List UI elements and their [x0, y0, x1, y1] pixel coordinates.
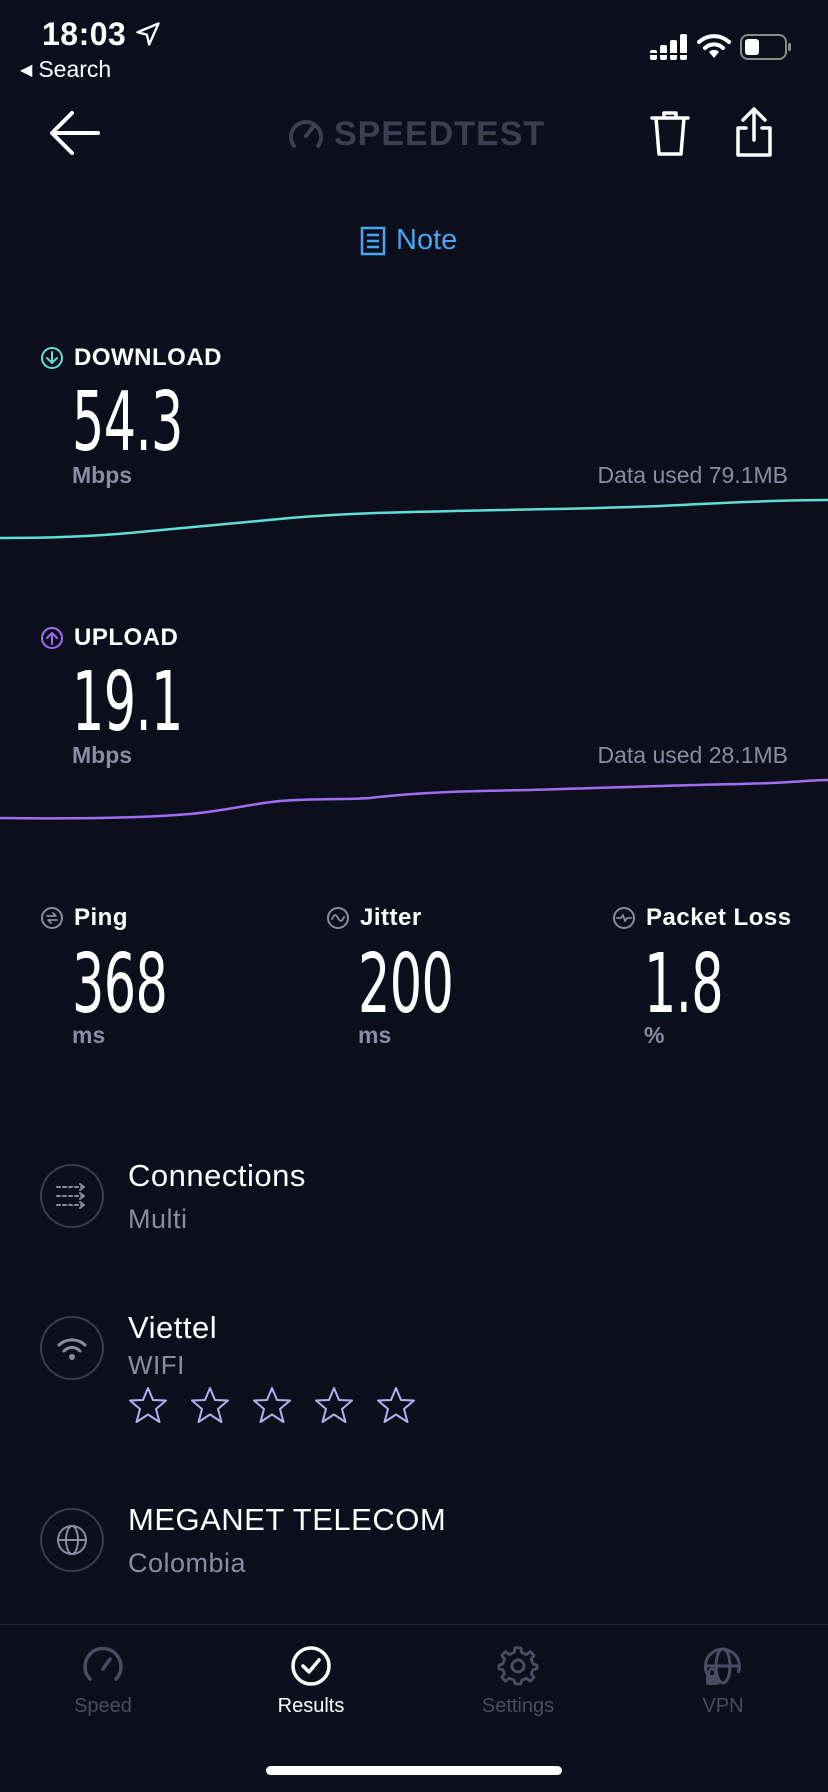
globe-lock-icon	[703, 1647, 741, 1685]
check-circle-icon	[291, 1646, 331, 1686]
cellular-signal-icon	[650, 34, 688, 60]
back-triangle-icon: ◀	[20, 62, 33, 79]
rating-star-icon[interactable]	[190, 1386, 230, 1424]
trash-icon[interactable]	[648, 108, 692, 158]
download-value: 54.3	[72, 375, 183, 470]
tab-results-label: Results	[277, 1695, 345, 1717]
upload-label-text: UPLOAD	[74, 624, 179, 651]
network-icon-badge	[40, 1316, 104, 1380]
packet-loss-label-text: Packet Loss	[646, 904, 792, 931]
upload-graph-line	[0, 778, 828, 820]
connections-value: Multi	[128, 1204, 188, 1234]
note-label: Note	[396, 224, 458, 256]
note-button[interactable]: Note	[360, 224, 457, 257]
location-arrow-icon	[136, 22, 160, 46]
tab-results[interactable]: Results	[231, 1645, 391, 1718]
wifi-icon	[57, 1338, 87, 1360]
network-title: Viettel	[128, 1310, 218, 1345]
share-icon[interactable]	[734, 106, 774, 158]
download-label: DOWNLOAD	[40, 344, 222, 372]
back-arrow-icon[interactable]	[48, 110, 100, 156]
download-graph	[0, 498, 828, 540]
home-indicator[interactable]	[266, 1766, 562, 1775]
network-rating[interactable]	[128, 1386, 416, 1424]
packet-loss-icon	[613, 907, 635, 929]
jitter-icon	[327, 907, 349, 929]
upload-arrow-icon	[41, 627, 63, 649]
upload-label: UPLOAD	[40, 624, 178, 652]
download-label-text: DOWNLOAD	[74, 344, 222, 371]
ping-label-text: Ping	[74, 904, 128, 931]
speedtest-logo: SPEEDTEST	[288, 112, 548, 156]
server-icon-badge	[40, 1508, 104, 1572]
rating-star-icon[interactable]	[128, 1386, 168, 1424]
packet-loss-value: 1.8	[644, 937, 724, 1032]
server-title: MEGANET TELECOM	[128, 1502, 447, 1537]
speedtest-gauge-icon	[289, 120, 323, 148]
ping-icon	[41, 907, 63, 929]
tab-speed-label: Speed	[74, 1695, 132, 1717]
download-graph-line	[0, 498, 828, 540]
jitter-unit: ms	[358, 1022, 392, 1048]
tab-vpn[interactable]: VPN	[643, 1645, 803, 1718]
globe-icon	[57, 1525, 87, 1555]
packet-loss-label: Packet Loss	[612, 904, 792, 932]
wifi-status-icon	[697, 34, 731, 58]
ping-value: 368	[72, 937, 168, 1032]
download-data-used: Data used 79.1MB	[597, 462, 788, 488]
connections-icon-badge	[40, 1164, 104, 1228]
rating-star-icon[interactable]	[314, 1386, 354, 1424]
jitter-label-text: Jitter	[360, 904, 422, 931]
rating-star-icon[interactable]	[376, 1386, 416, 1424]
download-unit: Mbps	[72, 462, 133, 488]
logo-text: SPEEDTEST	[334, 114, 546, 153]
connections-title: Connections	[128, 1158, 306, 1193]
tab-speed[interactable]: Speed	[23, 1645, 183, 1718]
upload-graph	[0, 778, 828, 820]
upload-value: 19.1	[72, 655, 183, 750]
rating-star-icon[interactable]	[252, 1386, 292, 1424]
upload-unit: Mbps	[72, 742, 133, 768]
back-app-label: Search	[38, 56, 112, 82]
back-to-app-link[interactable]: ◀ Search	[20, 56, 111, 83]
download-arrow-icon	[41, 347, 63, 369]
battery-icon	[740, 34, 791, 60]
ping-label: Ping	[40, 904, 128, 932]
speedometer-icon	[83, 1646, 123, 1681]
note-icon	[360, 226, 386, 255]
upload-data-used: Data used 28.1MB	[597, 742, 788, 768]
tab-vpn-label: VPN	[702, 1695, 744, 1717]
jitter-label: Jitter	[326, 904, 422, 932]
server-location: Colombia	[128, 1548, 247, 1578]
tab-settings[interactable]: Settings	[438, 1645, 598, 1718]
packet-loss-unit: %	[644, 1022, 665, 1048]
gear-icon	[497, 1646, 539, 1686]
ping-unit: ms	[72, 1022, 106, 1048]
network-type: WIFI	[128, 1350, 185, 1380]
tab-settings-label: Settings	[481, 1695, 555, 1717]
jitter-value: 200	[358, 937, 454, 1032]
connections-icon	[56, 1183, 85, 1209]
status-time: 18:03	[42, 16, 127, 52]
